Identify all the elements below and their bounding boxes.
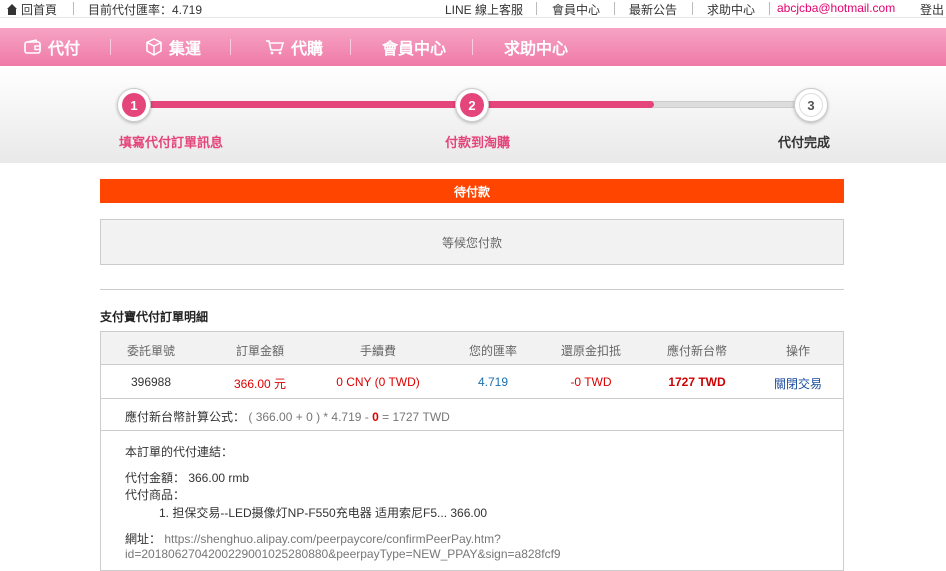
divider xyxy=(101,398,843,399)
home-label: 回首頁 xyxy=(21,3,58,17)
column-header: 應付新台幣 xyxy=(666,344,727,358)
progress-fill xyxy=(134,101,654,108)
payment-url[interactable]: 網址： https://shenghuo.alipay.com/peerpayc… xyxy=(125,530,501,547)
nav-label: 會員中心 xyxy=(382,41,447,58)
divider xyxy=(614,2,615,15)
logout-link[interactable]: 登出 xyxy=(920,1,944,18)
divider xyxy=(101,430,843,431)
service-fee: 0 CNY (0 TWD) xyxy=(336,375,420,389)
wallet-icon xyxy=(24,39,41,54)
step-1-circle: 1 xyxy=(117,88,151,122)
divider xyxy=(350,39,351,55)
nav-item-purchase[interactable]: 代購 xyxy=(265,28,323,66)
news-link[interactable]: 最新公告 xyxy=(629,1,677,18)
column-header: 操作 xyxy=(785,344,810,358)
divider xyxy=(536,2,537,15)
line-support-link[interactable]: LINE 線上客服 xyxy=(445,1,523,18)
top-bar: 回首頁 目前代付匯率：4.719 LINE 線上客服 會員中心 最新公告 求助中… xyxy=(0,0,946,18)
order-amount: 366.00 元 xyxy=(233,377,287,391)
formula-part: ( 366.00 + 0 ) * 4.719 - xyxy=(248,410,369,424)
nav-item-help-center[interactable]: 求助中心 xyxy=(504,28,568,66)
divider xyxy=(472,39,473,55)
help-center-link[interactable]: 求助中心 xyxy=(707,1,755,18)
home-link[interactable]: 回首頁 xyxy=(6,1,57,18)
step-1-label: 填寫代付訂單訊息 xyxy=(119,135,224,150)
formula-prefix: 應付新台幣計算公式： xyxy=(125,410,246,424)
main-nav: 代付 集運 代購 會員中心 求助中心 xyxy=(0,28,946,66)
nav-item-member-center[interactable]: 會員中心 xyxy=(382,28,446,66)
divider xyxy=(73,2,74,15)
status-banner: 待付款 xyxy=(100,179,844,203)
table-header: 委託單號 訂單金額 手續費 您的匯率 還原金扣抵 應付新台幣 操作 xyxy=(101,332,843,365)
nav-label: 集運 xyxy=(169,41,202,58)
deduction: -0 TWD xyxy=(570,375,612,389)
step-2-circle: 2 xyxy=(455,88,489,122)
step-2-label: 付款到淘購 xyxy=(445,135,511,150)
progress-steps: 1 2 3 填寫代付訂單訊息 付款到淘購 代付完成 xyxy=(0,66,946,163)
section-title: 支付寶代付訂單明細 xyxy=(100,310,209,324)
payment-formula: 應付新台幣計算公式： ( 366.00 + 0 ) * 4.719 - 0 = … xyxy=(125,408,450,425)
column-header: 您的匯率 xyxy=(468,344,517,358)
divider xyxy=(110,39,111,55)
nav-item-shipping[interactable]: 集運 xyxy=(145,28,201,66)
nav-label: 代付 xyxy=(48,41,81,58)
links-title: 本訂單的代付連結： xyxy=(125,445,234,459)
order-number: 396988 xyxy=(130,375,172,389)
step-number: 1 xyxy=(122,93,146,117)
goods-item: 1. 担保交易--LED摄像灯NP-F550充电器 适用索尼F5... 366.… xyxy=(159,506,488,520)
order-detail-panel: 委託單號 訂單金額 手續費 您的匯率 還原金扣抵 應付新台幣 操作 396988… xyxy=(100,331,844,571)
divider xyxy=(100,289,844,290)
column-header: 訂單金額 xyxy=(235,344,284,358)
step-number: 2 xyxy=(460,93,484,117)
nav-item-pay[interactable]: 代付 xyxy=(24,28,80,66)
url-label: 網址： xyxy=(125,532,162,546)
divider xyxy=(769,2,770,15)
exchange-rate-text: 目前代付匯率：4.719 xyxy=(88,3,203,17)
formula-result: = 1727 TWD xyxy=(382,410,450,424)
home-icon xyxy=(6,4,18,15)
goods-label: 代付商品： xyxy=(125,488,186,502)
waiting-message: 等候您付款 xyxy=(100,219,844,265)
column-header: 還原金扣抵 xyxy=(560,344,621,358)
box-icon xyxy=(146,38,162,56)
step-number: 3 xyxy=(799,93,823,117)
payable-twd: 1727 TWD xyxy=(668,375,726,389)
user-email-link[interactable]: abcjcba@hotmail.com xyxy=(777,1,895,15)
payment-url-continued[interactable]: id=2018062704200229001025280880&peerpayT… xyxy=(125,547,561,561)
pay-amount: 代付金額： 366.00 rmb xyxy=(125,471,250,485)
column-header: 委託單號 xyxy=(126,344,175,358)
step-3-circle: 3 xyxy=(794,88,828,122)
formula-deduction: 0 xyxy=(372,410,379,424)
close-transaction-link[interactable]: 關閉交易 xyxy=(755,375,841,392)
exchange-rate: 4.719 xyxy=(477,375,509,389)
step-3-label: 代付完成 xyxy=(778,135,831,150)
nav-label: 代購 xyxy=(291,41,324,58)
nav-label: 求助中心 xyxy=(504,41,569,58)
divider xyxy=(230,39,231,55)
column-header: 手續費 xyxy=(359,344,396,358)
url-line-1: https://shenghuo.alipay.com/peerpaycore/… xyxy=(164,532,501,546)
cart-icon xyxy=(266,40,285,55)
divider xyxy=(692,2,693,15)
member-center-link[interactable]: 會員中心 xyxy=(552,1,600,18)
